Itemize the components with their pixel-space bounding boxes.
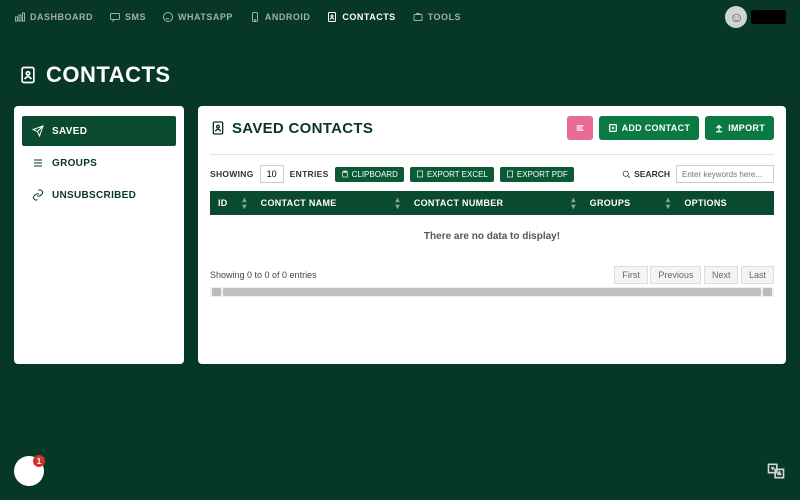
sidebar-unsubscribed-label: UNSUBSCRIBED	[52, 190, 136, 201]
horizontal-scrollbar[interactable]	[210, 287, 774, 297]
col-groups[interactable]: GROUPS▴▾	[582, 191, 677, 215]
page-next[interactable]: Next	[704, 266, 739, 284]
import-label: IMPORT	[728, 123, 765, 133]
sidebar-saved-label: SAVED	[52, 126, 87, 137]
clipboard-label: CLIPBOARD	[352, 170, 398, 179]
col-id[interactable]: ID▴▾	[210, 191, 253, 215]
excel-label: EXPORT EXCEL	[427, 170, 488, 179]
unlink-icon	[32, 189, 44, 201]
username-redacted	[751, 10, 786, 24]
excel-icon	[416, 170, 424, 178]
page-title: CONTACTS	[0, 34, 800, 106]
whatsapp-icon	[162, 11, 174, 23]
entries-count-input[interactable]	[260, 165, 284, 183]
nav-tools[interactable]: TOOLS	[412, 11, 461, 23]
table-toolbar: SHOWING ENTRIES CLIPBOARD EXPORT EXCEL E…	[210, 165, 774, 183]
main-panel: SAVED CONTACTS ADD CONTACT IMPORT SHOWIN…	[198, 106, 786, 364]
col-number[interactable]: CONTACT NUMBER▴▾	[406, 191, 582, 215]
sidebar: SAVED GROUPS UNSUBSCRIBED	[14, 106, 184, 364]
menu-button[interactable]	[567, 116, 593, 140]
search-label: SEARCH	[634, 169, 670, 179]
nav-contacts-label: CONTACTS	[342, 12, 395, 22]
android-icon	[249, 11, 261, 23]
showing-label: SHOWING	[210, 169, 254, 179]
search-input[interactable]	[676, 165, 774, 183]
export-excel-button[interactable]: EXPORT EXCEL	[410, 167, 494, 182]
page-title-text: CONTACTS	[46, 62, 171, 88]
list-icon	[32, 157, 44, 169]
sidebar-item-groups[interactable]: GROUPS	[22, 148, 176, 178]
nav-contacts[interactable]: CONTACTS	[326, 11, 395, 23]
pagination: First Previous Next Last	[614, 266, 774, 284]
add-contact-button[interactable]: ADD CONTACT	[599, 116, 700, 140]
nav-android[interactable]: ANDROID	[249, 11, 311, 23]
entries-label: ENTRIES	[290, 169, 329, 179]
page-first[interactable]: First	[614, 266, 648, 284]
page-last[interactable]: Last	[741, 266, 774, 284]
contacts-table: ID▴▾ CONTACT NAME▴▾ CONTACT NUMBER▴▾ GRO…	[210, 191, 774, 258]
import-button[interactable]: IMPORT	[705, 116, 774, 140]
sort-icon: ▴▾	[666, 196, 670, 210]
language-toggle[interactable]	[766, 461, 786, 486]
add-icon	[608, 123, 618, 133]
sidebar-item-saved[interactable]: SAVED	[22, 116, 176, 146]
sms-icon	[109, 11, 121, 23]
clipboard-icon	[341, 170, 349, 178]
sort-icon: ▴▾	[396, 196, 400, 210]
col-options: OPTIONS	[676, 191, 774, 215]
paper-plane-icon	[32, 125, 44, 137]
empty-message: There are no data to display!	[210, 215, 774, 258]
nav-sms[interactable]: SMS	[109, 11, 146, 23]
col-name[interactable]: CONTACT NAME▴▾	[253, 191, 406, 215]
tools-icon	[412, 11, 424, 23]
top-nav: DASHBOARD SMS WHATSAPP ANDROID CONTACTS …	[0, 0, 800, 34]
menu-icon	[575, 123, 585, 133]
footer-info: Showing 0 to 0 of 0 entries	[210, 270, 317, 280]
page-previous[interactable]: Previous	[650, 266, 701, 284]
saved-contacts-icon	[210, 120, 226, 136]
contacts-icon	[326, 11, 338, 23]
search-label-wrap: SEARCH	[622, 169, 670, 179]
pdf-icon	[506, 170, 514, 178]
nav-android-label: ANDROID	[265, 12, 311, 22]
add-contact-label: ADD CONTACT	[622, 123, 691, 133]
nav-tools-label: TOOLS	[428, 12, 461, 22]
search-icon	[622, 170, 631, 179]
contacts-page-icon	[18, 65, 38, 85]
sidebar-groups-label: GROUPS	[52, 158, 97, 169]
nav-whatsapp[interactable]: WHATSAPP	[162, 11, 233, 23]
chat-widget[interactable]: 1	[14, 456, 44, 486]
nav-whatsapp-label: WHATSAPP	[178, 12, 233, 22]
nav-dashboard[interactable]: DASHBOARD	[14, 11, 93, 23]
avatar-icon: ☺	[725, 6, 747, 28]
sort-icon: ▴▾	[571, 196, 575, 210]
panel-title: SAVED CONTACTS	[232, 120, 373, 137]
nav-dashboard-label: DASHBOARD	[30, 12, 93, 22]
chat-badge: 1	[33, 455, 45, 467]
export-pdf-button[interactable]: EXPORT PDF	[500, 167, 574, 182]
upload-icon	[714, 123, 724, 133]
user-menu[interactable]: ☺	[725, 6, 786, 28]
pdf-label: EXPORT PDF	[517, 170, 568, 179]
dashboard-icon	[14, 11, 26, 23]
sort-icon: ▴▾	[242, 196, 246, 210]
nav-sms-label: SMS	[125, 12, 146, 22]
clipboard-button[interactable]: CLIPBOARD	[335, 167, 404, 182]
sidebar-item-unsubscribed[interactable]: UNSUBSCRIBED	[22, 180, 176, 210]
